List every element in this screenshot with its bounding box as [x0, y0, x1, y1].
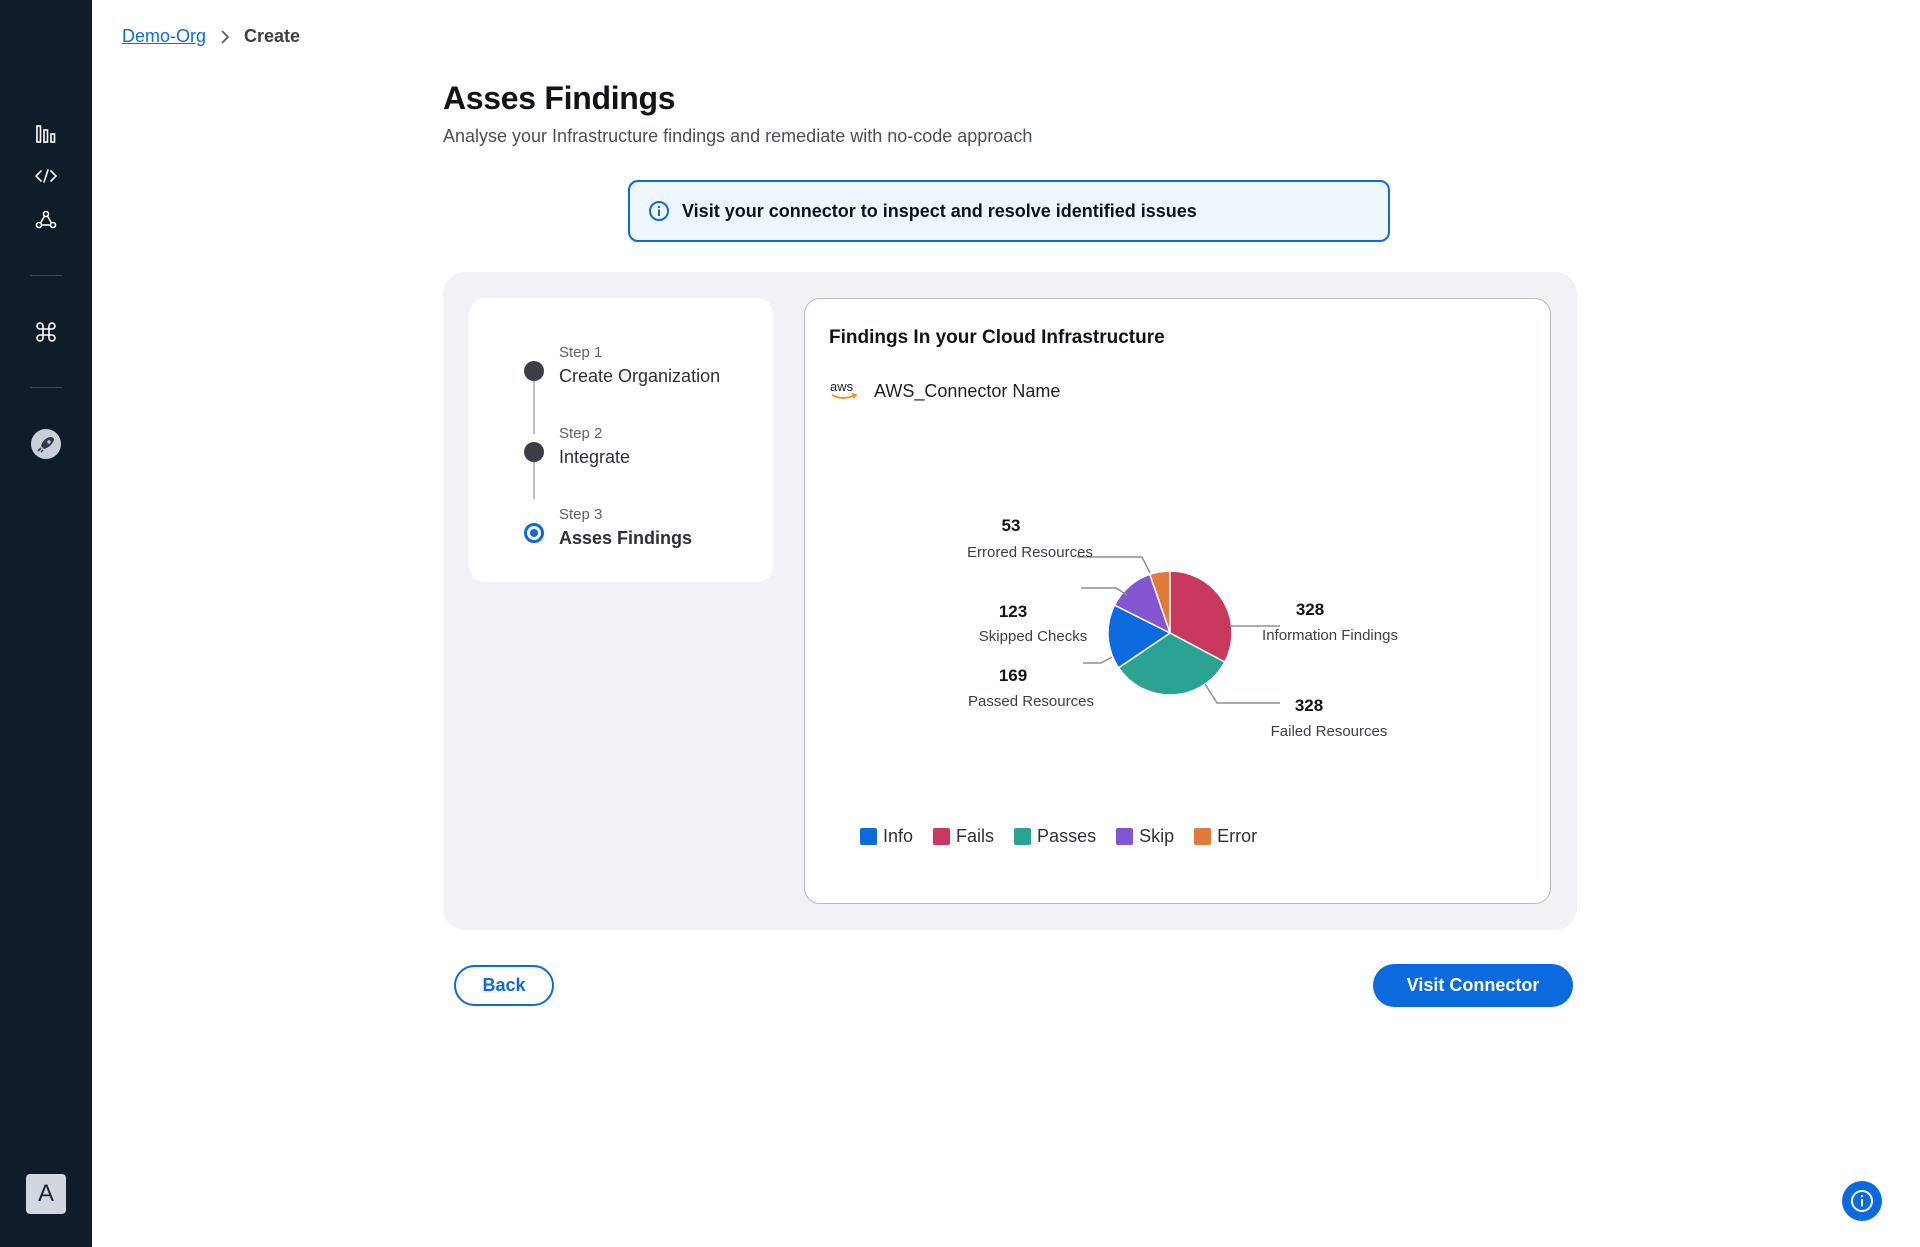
nodes-icon[interactable] — [30, 204, 62, 236]
data-label-name-fails: Information Findings — [1262, 627, 1398, 644]
chevron-right-icon — [220, 29, 230, 45]
findings-chart-card: Findings In your Cloud Infrastructure aw… — [804, 298, 1551, 904]
step-1-label: Step 1 — [559, 344, 603, 361]
legend-swatch — [1116, 828, 1134, 845]
findings-pie-chart: 53 Errored Resources 328 Information Findin… — [967, 516, 1398, 740]
command-icon[interactable] — [30, 316, 62, 348]
step-1-name[interactable]: Create Organization — [559, 366, 720, 387]
step-2-label: Step 2 — [559, 425, 603, 442]
legend-item-fails[interactable]: Fails — [933, 826, 994, 847]
page-subtitle: Analyse your Infrastructure findings and… — [443, 126, 1033, 146]
legend-label: Error — [1217, 826, 1258, 846]
stepper: Step 1 Create Organization Step 2 Integr… — [469, 298, 773, 582]
step-2-complete-icon — [524, 442, 544, 462]
code-icon[interactable] — [30, 160, 62, 192]
legend-label: Passes — [1037, 826, 1097, 846]
step-1-complete-icon — [524, 361, 544, 381]
legend-label: Info — [883, 826, 914, 846]
data-label-value-error: 53 — [1002, 516, 1021, 535]
callout-line-skip — [1081, 587, 1128, 596]
info-icon — [648, 200, 670, 222]
breadcrumb-parent-link[interactable]: Demo-Org — [122, 26, 206, 47]
data-label-value-info: 169 — [999, 666, 1027, 685]
data-label-name-error: Errored Resources — [967, 544, 1093, 561]
sidebar-divider — [30, 387, 62, 388]
data-label-value-skip: 123 — [999, 602, 1027, 621]
info-alert: Visit your connector to inspect and reso… — [628, 180, 1390, 242]
data-label-value-passes: 328 — [1295, 696, 1323, 715]
data-label-name-info: Passed Resources — [968, 693, 1094, 710]
legend-swatch — [860, 828, 877, 845]
step-3-label: Step 3 — [559, 506, 603, 523]
step-3-active-icon — [524, 523, 544, 543]
findings-panel: Step 1 Create Organization Step 2 Integr… — [443, 272, 1577, 930]
back-button[interactable]: Back — [454, 965, 554, 1006]
legend-swatch — [1014, 828, 1032, 845]
step-2-name[interactable]: Integrate — [559, 447, 630, 468]
chart-legend: Info Fails Passes Skip Error — [860, 826, 1277, 847]
legend-item-info[interactable]: Info — [860, 826, 913, 847]
sidebar: A — [0, 0, 92, 1247]
data-label-name-skip: Skipped Checks — [979, 628, 1087, 645]
sidebar-divider — [30, 275, 62, 276]
data-label-name-passes: Failed Resources — [1271, 723, 1388, 740]
callout-line-info — [1083, 656, 1113, 664]
help-button[interactable] — [1842, 1181, 1882, 1221]
rocket-icon[interactable] — [30, 428, 62, 460]
legend-item-error[interactable]: Error — [1194, 826, 1257, 847]
legend-swatch — [1194, 828, 1212, 845]
breadcrumb: Demo-Org Create — [122, 26, 300, 47]
legend-swatch — [933, 828, 951, 845]
legend-item-passes[interactable]: Passes — [1014, 826, 1096, 847]
info-icon — [1851, 1190, 1873, 1212]
step-3-name[interactable]: Asses Findings — [559, 528, 692, 549]
data-label-value-fails: 328 — [1296, 600, 1324, 619]
visit-connector-button[interactable]: Visit Connector — [1373, 964, 1573, 1007]
callout-line-passes — [1204, 683, 1280, 704]
breadcrumb-current: Create — [244, 26, 301, 46]
bar-chart-icon[interactable] — [30, 118, 62, 150]
step-connector — [533, 378, 535, 434]
legend-item-skip[interactable]: Skip — [1116, 826, 1174, 847]
legend-label: Skip — [1139, 826, 1175, 846]
alert-text: Visit your connector to inspect and reso… — [682, 200, 1197, 221]
legend-label: Fails — [956, 826, 995, 846]
avatar[interactable]: A — [26, 1174, 66, 1214]
page-title: Asses Findings — [443, 80, 676, 116]
